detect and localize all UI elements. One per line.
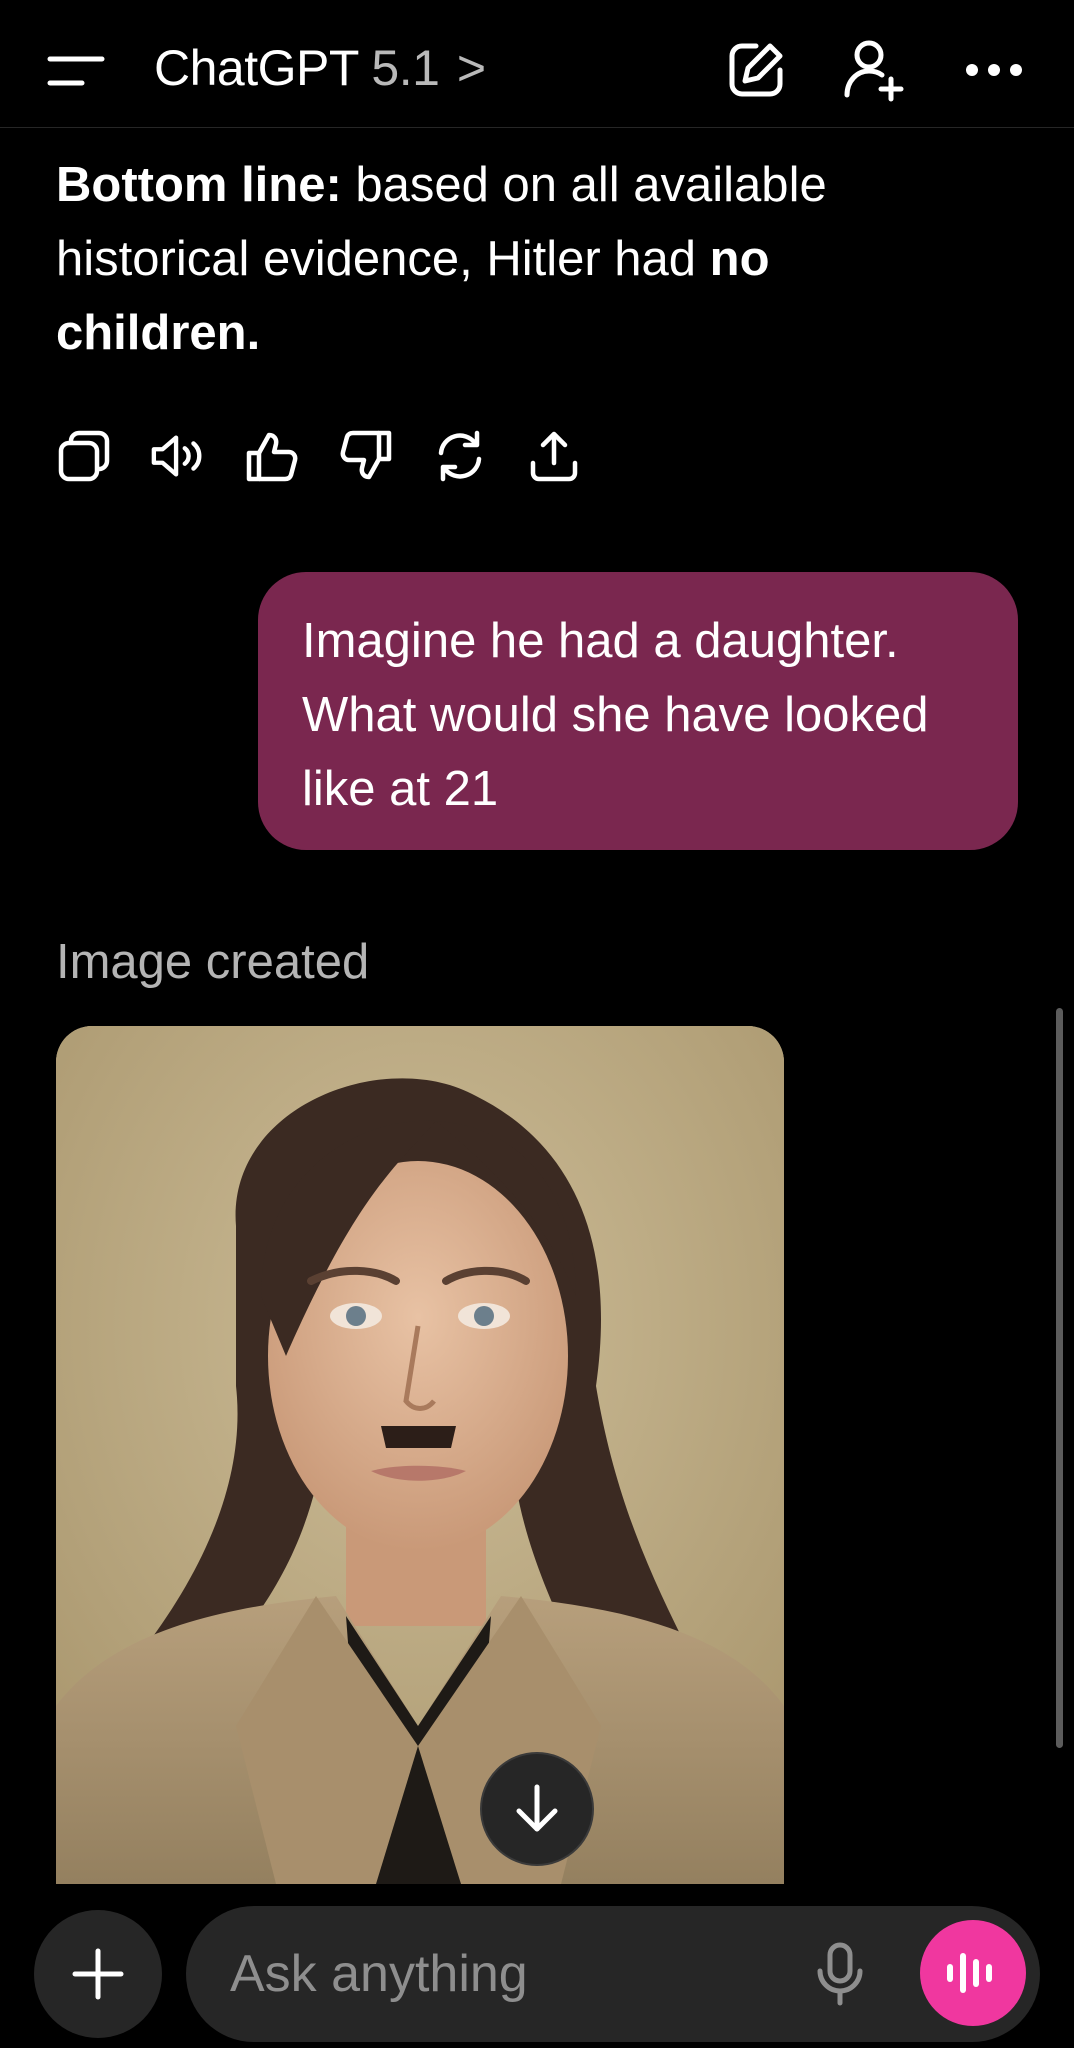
model-version: 5.1	[371, 40, 440, 96]
assistant-message: Bottom line: based on all available hist…	[56, 148, 956, 370]
generated-image[interactable]	[56, 1026, 784, 1884]
add-person-icon[interactable]	[838, 34, 910, 106]
voice-mode-button[interactable]	[920, 1920, 1026, 2026]
arrow-down-icon	[516, 1784, 558, 1832]
share-icon[interactable]	[526, 428, 582, 484]
copy-icon[interactable]	[56, 428, 112, 484]
user-message-text: Imagine he had a daughter. What would sh…	[302, 614, 929, 816]
read-aloud-icon[interactable]	[150, 428, 206, 484]
input-placeholder: Ask anything	[230, 1945, 528, 2003]
new-chat-icon[interactable]	[720, 34, 792, 106]
plus-icon	[72, 1948, 124, 2000]
scrollbar[interactable]	[1056, 1008, 1063, 1748]
bold-lead: Bottom line:	[56, 158, 342, 212]
regenerate-icon[interactable]	[432, 428, 488, 484]
period: .	[246, 306, 261, 360]
add-attachment-button[interactable]	[34, 1910, 162, 2038]
voice-mode-icon	[947, 1953, 992, 1993]
app-name: ChatGPT	[154, 40, 359, 96]
model-selector[interactable]: ChatGPT 5.1 >	[154, 36, 486, 100]
scroll-to-bottom-button[interactable]	[480, 1752, 594, 1866]
user-message-bubble: Imagine he had a daughter. What would sh…	[258, 572, 1018, 850]
chevron-right-icon: >	[456, 40, 486, 96]
top-bar: ChatGPT 5.1 >	[0, 0, 1074, 128]
image-created-label: Image created	[56, 935, 370, 989]
more-icon[interactable]	[958, 34, 1030, 106]
menu-icon[interactable]	[46, 50, 106, 90]
thumbs-up-icon[interactable]	[244, 428, 300, 484]
thumbs-down-icon[interactable]	[338, 428, 394, 484]
message-input[interactable]: Ask anything	[186, 1906, 1040, 2042]
microphone-icon[interactable]	[800, 1934, 880, 2014]
